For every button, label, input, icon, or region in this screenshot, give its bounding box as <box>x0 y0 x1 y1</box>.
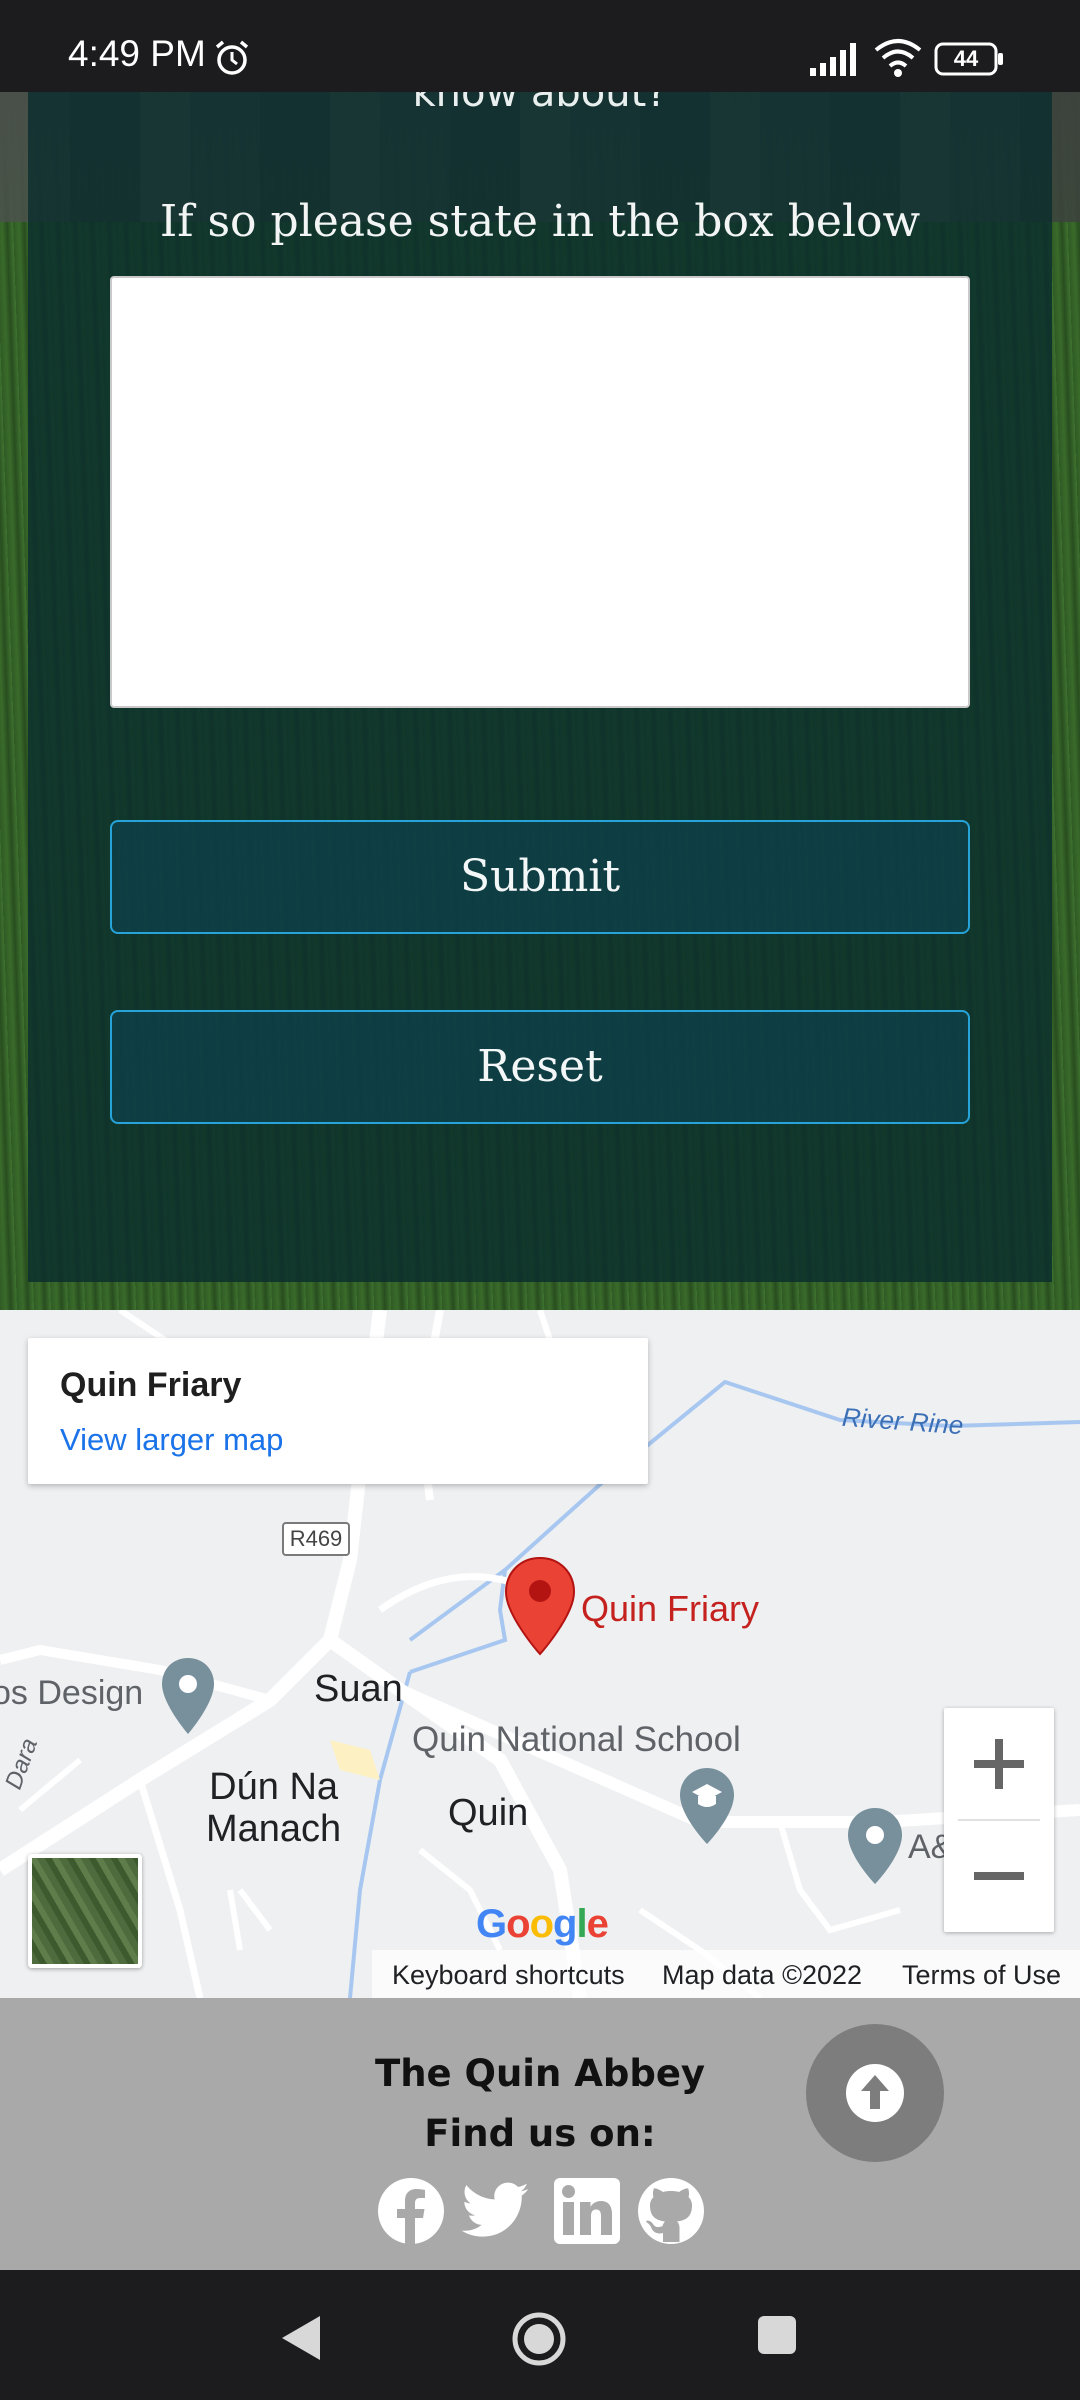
linkedin-icon[interactable] <box>552 2176 622 2246</box>
embedded-map[interactable]: Quin Friary View larger map River Rine R… <box>0 1310 1080 1998</box>
map-info-card: Quin Friary View larger map <box>28 1338 648 1484</box>
zoom-out-button[interactable] <box>944 1820 1054 1932</box>
info-textarea[interactable] <box>110 276 970 708</box>
submit-button[interactable]: Submit <box>110 820 970 934</box>
map-footer: Keyboard shortcuts Map data ©2022 Terms … <box>372 1950 1080 1998</box>
recents-icon[interactable] <box>756 2314 798 2356</box>
status-time: 4:49 PM <box>68 33 206 74</box>
keyboard-shortcuts-link[interactable]: Keyboard shortcuts <box>392 1960 625 1991</box>
github-icon[interactable] <box>636 2176 706 2246</box>
battery-level: 44 <box>953 46 979 71</box>
back-icon[interactable] <box>276 2312 326 2364</box>
home-icon[interactable] <box>510 2310 568 2368</box>
poi-pin-icon[interactable] <box>160 1656 216 1736</box>
prompt-text: If so please state in the box below <box>159 196 921 247</box>
status-bar: 4:49 PM 44 <box>0 0 1080 92</box>
poi-pin-icon[interactable] <box>846 1806 904 1886</box>
arrow-up-icon <box>846 2064 904 2122</box>
zoom-controls <box>944 1708 1054 1932</box>
map-data-text: Map data ©2022 <box>662 1960 863 1990</box>
map-label-design[interactable]: os Design <box>0 1674 143 1713</box>
map-label-dun-line1: Dún Na <box>209 1766 339 1808</box>
wifi-icon <box>874 39 922 77</box>
map-label-school[interactable]: Quin National School <box>412 1720 741 1760</box>
map-label-suan: Suan <box>314 1668 403 1710</box>
map-label-friary[interactable]: Quin Friary <box>581 1588 759 1630</box>
twitter-icon[interactable] <box>462 2176 532 2246</box>
map-label-dun-line2: Manach <box>206 1808 342 1850</box>
back-to-top-button[interactable] <box>806 2024 944 2162</box>
map-label-quin: Quin <box>448 1792 529 1834</box>
map-pin-icon[interactable] <box>504 1556 576 1656</box>
google-logo: Google <box>476 1902 609 1946</box>
page-footer: The Quin Abbey Find us on: <box>0 1998 1080 2270</box>
map-label-road: R469 <box>282 1522 350 1556</box>
reset-button[interactable]: Reset <box>110 1010 970 1124</box>
facebook-icon[interactable] <box>376 2176 446 2246</box>
zoom-in-button[interactable] <box>944 1708 1054 1820</box>
social-icons <box>376 2176 706 2248</box>
map-card-title: Quin Friary <box>60 1366 242 1404</box>
signal-icon <box>810 43 856 76</box>
terms-of-use-link[interactable]: Terms of Use <box>902 1960 1061 1991</box>
map-label-dun-na-manach: Dún Na Manach <box>206 1766 341 1850</box>
navigation-bar <box>0 2270 1080 2400</box>
view-larger-map-link[interactable]: View larger map <box>60 1422 283 1458</box>
school-icon[interactable] <box>678 1766 736 1846</box>
alarm-icon <box>215 40 249 75</box>
satellite-view-toggle[interactable] <box>28 1854 142 1968</box>
